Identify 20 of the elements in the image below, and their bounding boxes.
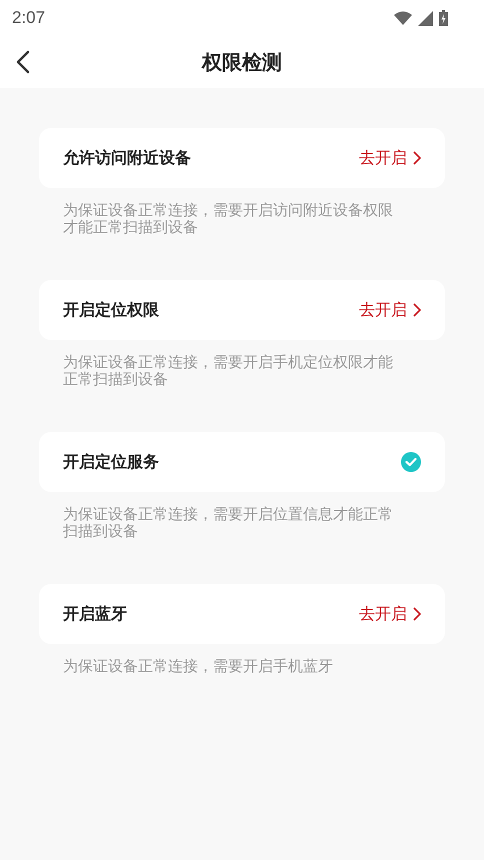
permission-title: 允许访问附近设备	[63, 148, 191, 168]
chevron-icon	[413, 151, 421, 165]
permission-title: 开启定位权限	[63, 300, 159, 320]
permission-title: 开启蓝牙	[63, 604, 127, 624]
page-title: 权限检测	[202, 48, 282, 76]
enable-link[interactable]: 去开启	[359, 148, 421, 168]
status-time: 2:07	[12, 8, 46, 28]
permission-description: 为保证设备正常连接，需要开启位置信息才能正常扫描到设备	[63, 506, 394, 540]
chevron-icon	[413, 303, 421, 317]
chevron-icon	[413, 607, 421, 621]
permission-description: 为保证设备正常连接，需要开启手机蓝牙	[63, 658, 334, 675]
enable-link[interactable]: 去开启	[359, 300, 421, 320]
signal-icon	[418, 10, 433, 26]
back-button[interactable]	[14, 48, 32, 76]
battery-icon	[439, 10, 448, 26]
enable-link[interactable]: 去开启	[359, 604, 421, 624]
permission-description: 为保证设备正常连接，需要开启访问附近设备权限才能正常扫描到设备	[63, 202, 394, 236]
wifi-icon	[394, 11, 412, 25]
permission-title: 开启定位服务	[63, 452, 159, 472]
permission-description: 为保证设备正常连接，需要开启手机定位权限才能正常扫描到设备	[63, 354, 394, 388]
